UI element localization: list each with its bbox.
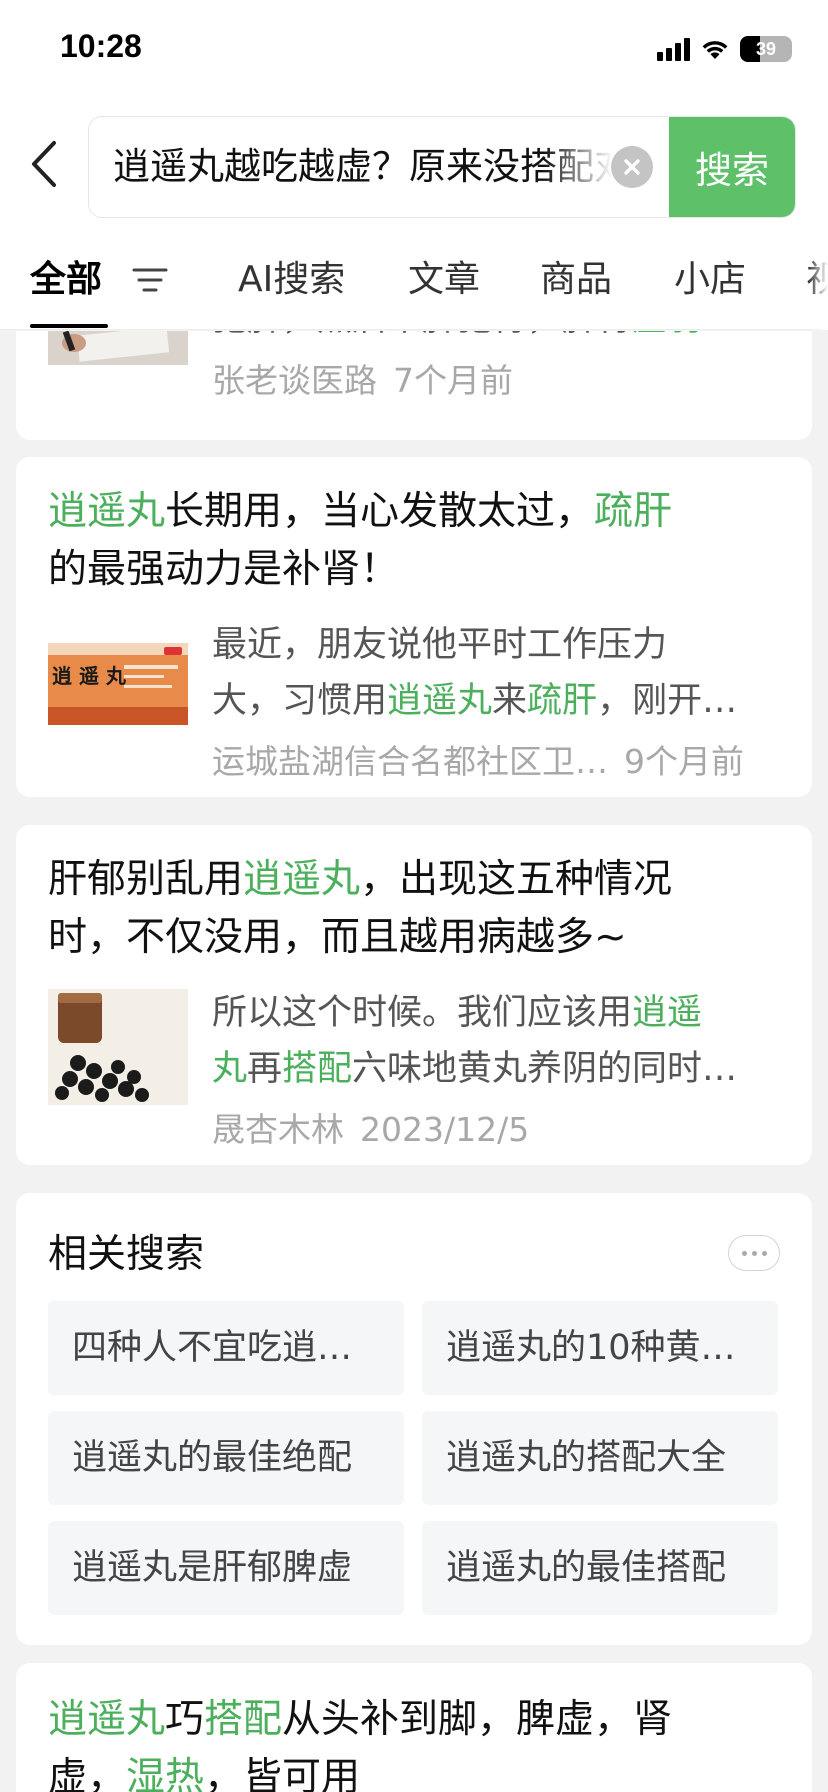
- result-meta: 张老谈医路 7个月前: [212, 356, 792, 406]
- tab-articles[interactable]: 文章: [408, 230, 480, 330]
- text-segment: 的最强动力是补肾！: [48, 547, 400, 592]
- status-bar: 10:28 39: [0, 0, 828, 100]
- battery-level: 39: [755, 38, 777, 59]
- result-time: 9个月前: [624, 742, 744, 781]
- more-options-button[interactable]: [728, 1235, 780, 1271]
- result-thumbnail: 逍 遥 丸: [48, 621, 188, 737]
- result-snippet: 最近，朋友说他平时工作压力 大，习惯用逍遥丸来疏肝，刚开…: [212, 617, 788, 729]
- text-line: 丸再搭配六味地黄丸养阴的同时…: [212, 1041, 788, 1097]
- tab-bar: 全部 AI搜索 文章 商品 小店 视: [0, 230, 828, 330]
- text-segment: ，刚开…: [597, 681, 738, 721]
- result-card[interactable]: 逍遥丸巧搭配从头补到脚，脾虚，肾 虚，湿热，皆可用: [16, 1663, 812, 1792]
- text-line: 逍遥丸巧搭配从头补到脚，脾虚，肾: [48, 1691, 788, 1749]
- result-time: 7个月前: [393, 361, 513, 400]
- text-segment: 来: [492, 681, 528, 721]
- text-line: 虚，湿热，皆可用: [48, 1749, 788, 1792]
- text-segment: 最近，朋友说他平时工作压力: [212, 625, 668, 665]
- result-time: 2023/12/5: [360, 1110, 530, 1149]
- back-button[interactable]: [22, 134, 66, 194]
- keyword-highlight: 虚弱: [632, 331, 702, 339]
- result-title: 肝郁别乱用逍遥丸，出现这五种情况 时，不仅没用，而且越用病越多~: [48, 851, 788, 967]
- search-header: 逍遥丸越吃越虚？原来没搭配对 搜索: [0, 100, 828, 230]
- text-line: 犯脾，然后来脾犯胃，脾胃虚弱…: [212, 331, 788, 347]
- result-meta: 晟杏木林 2023/12/5: [212, 1105, 792, 1155]
- text-segment: 所以这个时候。我们应该用: [212, 993, 633, 1033]
- text-segment: 长期用，当心发散太过，: [165, 489, 595, 534]
- text-segment: 肝郁别乱用: [48, 857, 244, 902]
- text-segment: 时，不仅没用，而且越用病越多~: [48, 915, 627, 960]
- wifi-icon: [700, 37, 730, 61]
- text-segment: ，出现这五种情况: [360, 857, 673, 902]
- keyword-highlight: 丸: [212, 1049, 248, 1089]
- text-line: 大，习惯用逍遥丸来疏肝，刚开…: [212, 673, 788, 729]
- search-button[interactable]: 搜索: [669, 117, 795, 217]
- close-icon: [624, 159, 640, 175]
- status-icons: 39: [657, 34, 792, 64]
- result-source: 晟杏木林: [212, 1110, 344, 1149]
- text-segment: 大，习惯用: [212, 681, 388, 721]
- text-line: 时，不仅没用，而且越用病越多~: [48, 909, 788, 967]
- related-search-chip[interactable]: 逍遥丸的10种黄金搭配: [422, 1301, 778, 1395]
- search-input[interactable]: 逍遥丸越吃越虚？原来没搭配对: [113, 117, 613, 217]
- keyword-highlight: 疏肝: [594, 489, 673, 534]
- related-search-chip[interactable]: 逍遥丸是肝郁脾虚: [48, 1521, 404, 1615]
- keyword-highlight: 疏肝: [527, 681, 598, 721]
- result-source: 张老谈医路: [212, 361, 377, 400]
- keyword-highlight: 逍遥丸: [243, 857, 361, 902]
- result-source: 运城盐湖信合名都社区卫…: [212, 742, 608, 781]
- related-search-chip[interactable]: 逍遥丸的搭配大全: [422, 1411, 778, 1505]
- related-searches: 相关搜索 四种人不宜吃逍遥丸 逍遥丸的10种黄金搭配 逍遥丸的最佳绝配 逍遥丸的…: [16, 1193, 812, 1645]
- text-segment: 从头补到脚，脾虚，肾: [282, 1697, 673, 1742]
- battery-icon: 39: [740, 36, 792, 62]
- tab-all[interactable]: 全部: [30, 230, 102, 330]
- result-title: 逍遥丸巧搭配从头补到脚，脾虚，肾 虚，湿热，皆可用: [48, 1691, 788, 1792]
- status-time: 10:28: [60, 28, 142, 64]
- text-line: 肝郁别乱用逍遥丸，出现这五种情况: [48, 851, 788, 909]
- text-segment: …: [702, 331, 737, 339]
- text-segment: 六味地黄丸养阴的同时…: [352, 1049, 738, 1089]
- tab-ai-search[interactable]: AI搜索: [238, 230, 345, 330]
- result-thumbnail: [48, 331, 188, 365]
- text-segment: 再: [247, 1049, 283, 1089]
- svg-text:逍 遥 丸: 逍 遥 丸: [52, 664, 127, 688]
- result-meta: 运城盐湖信合名都社区卫… 9个月前: [212, 737, 792, 787]
- search-box: 逍遥丸越吃越虚？原来没搭配对 搜索: [88, 116, 796, 218]
- result-snippet: 所以这个时候。我们应该用逍遥 丸再搭配六味地黄丸养阴的同时…: [212, 985, 788, 1097]
- result-card[interactable]: 逍遥丸长期用，当心发散太过，疏肝 的最强动力是补肾！ 逍 遥 丸 最近，朋友说他…: [16, 457, 812, 797]
- active-tab-indicator: [30, 324, 108, 328]
- keyword-highlight: 搭配: [282, 1049, 353, 1089]
- keyword-highlight: 搭配: [204, 1697, 283, 1742]
- result-card[interactable]: 肝郁别乱用逍遥丸，出现这五种情况 时，不仅没用，而且越用病越多~ 所以这个时候。…: [16, 825, 812, 1165]
- results-list: 犯脾，然后来脾犯胃，脾胃虚弱… 张老谈医路7个月前 逍遥丸长期用，当心发散太过，…: [0, 331, 828, 1792]
- keyword-highlight: 湿热: [126, 1755, 205, 1792]
- text-segment: ，皆可用: [204, 1755, 361, 1792]
- text-line: 最近，朋友说他平时工作压力: [212, 617, 788, 673]
- text-line: 的最强动力是补肾！: [48, 541, 788, 599]
- related-search-chip[interactable]: 逍遥丸的最佳搭配: [422, 1521, 778, 1615]
- text-segment: 犯脾，然后来脾犯胃，脾胃: [212, 331, 632, 339]
- keyword-highlight: 逍遥丸: [48, 1697, 166, 1742]
- keyword-highlight: 逍遥丸: [387, 681, 493, 721]
- filter-button[interactable]: [130, 260, 170, 300]
- tab-products[interactable]: 商品: [540, 230, 612, 330]
- keyword-highlight: 逍遥丸: [48, 489, 166, 534]
- related-search-chip[interactable]: 逍遥丸的最佳绝配: [48, 1411, 404, 1505]
- more-icon: [741, 1250, 747, 1256]
- text-segment: 巧: [165, 1697, 205, 1742]
- filter-icon: [132, 268, 168, 292]
- text-segment: 虚，: [48, 1755, 127, 1792]
- result-card[interactable]: 犯脾，然后来脾犯胃，脾胃虚弱… 张老谈医路 7个月前: [16, 331, 812, 440]
- result-snippet: 犯脾，然后来脾犯胃，脾胃虚弱…: [212, 331, 788, 347]
- related-search-chip[interactable]: 四种人不宜吃逍遥丸: [48, 1301, 404, 1395]
- text-line: 所以这个时候。我们应该用逍遥: [212, 985, 788, 1041]
- signal-icon: [657, 37, 690, 61]
- clear-button[interactable]: [611, 146, 653, 188]
- keyword-highlight: 逍遥: [632, 993, 703, 1033]
- tab-shops[interactable]: 小店: [674, 230, 746, 330]
- chevron-left-icon: [32, 141, 56, 187]
- related-searches-title: 相关搜索: [48, 1232, 205, 1277]
- result-thumbnail: [48, 989, 188, 1105]
- text-line: 逍遥丸长期用，当心发散太过，疏肝: [48, 483, 788, 541]
- result-title: 逍遥丸长期用，当心发散太过，疏肝 的最强动力是补肾！: [48, 483, 788, 599]
